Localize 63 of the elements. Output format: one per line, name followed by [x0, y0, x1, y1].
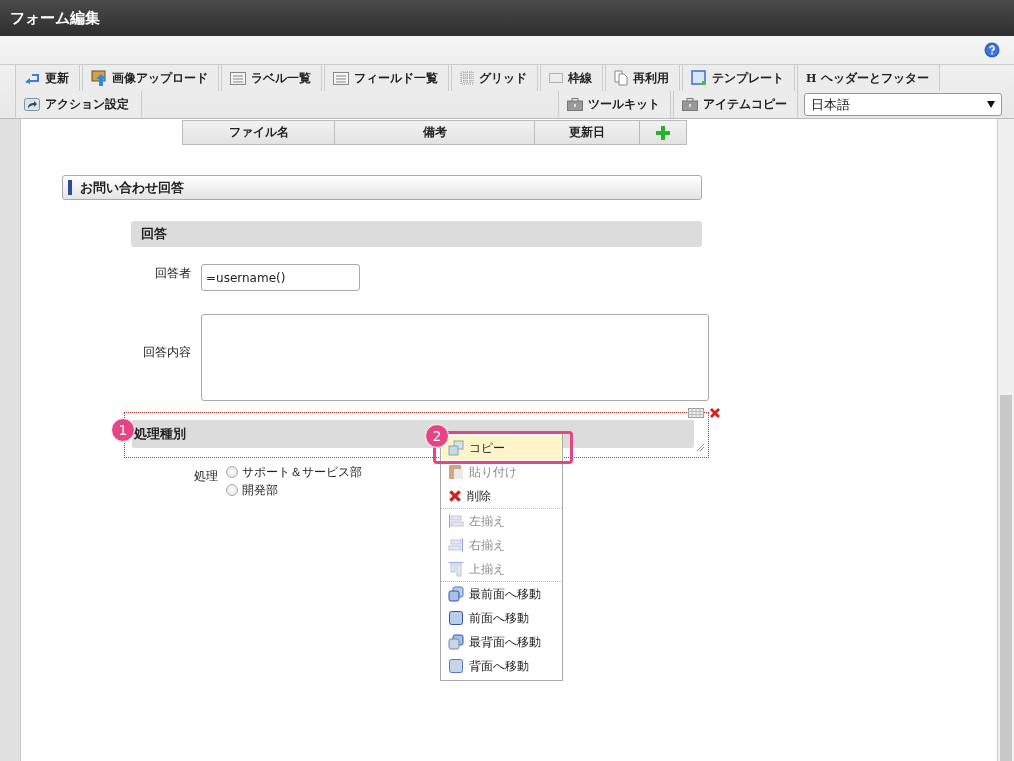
toolbar-tab[interactable]: アイテムコピー: [673, 91, 798, 118]
paste-icon: [448, 464, 464, 480]
resize-handle-icon[interactable]: [697, 444, 704, 451]
toolbar-tab[interactable]: 枠線: [540, 65, 603, 91]
window-title: フォーム編集: [10, 8, 100, 28]
section-title: お問い合わせ回答: [80, 178, 184, 197]
field-label: 回答内容: [142, 344, 191, 361]
toolbar-tab[interactable]: グリッド: [451, 65, 538, 91]
square-icon: [448, 610, 464, 626]
input-field[interactable]: =username(): [201, 264, 360, 291]
add-icon[interactable]: [656, 125, 670, 140]
align-top-icon: [448, 561, 464, 577]
align-left-icon: [448, 513, 464, 529]
template-icon: [691, 70, 707, 86]
column-header: 更新日: [535, 121, 640, 144]
toolbar-tab[interactable]: ツールキット: [558, 91, 671, 118]
callout-badge: 1: [111, 418, 135, 442]
field-label: 回答者: [154, 265, 191, 282]
scrollbar-thumb[interactable]: [1000, 395, 1012, 761]
menu-item[interactable]: 最前面へ移動: [442, 582, 561, 606]
radio-label: サポート＆サービス部: [242, 463, 362, 481]
briefcase-icon: [567, 98, 583, 111]
text-area[interactable]: [201, 314, 709, 401]
subsection-header: 回答: [131, 221, 702, 247]
caret-icon: [987, 101, 995, 108]
column-header: 備考: [335, 121, 535, 144]
radio-label: 開発部: [242, 481, 278, 499]
header-footer-icon: H: [806, 71, 817, 85]
menu-item[interactable]: 最背面へ移動: [442, 630, 561, 654]
list-icon: [230, 71, 246, 85]
stacked-squares-icon: [448, 586, 464, 602]
grid-icon: [460, 71, 474, 85]
radio-button[interactable]: [226, 466, 238, 478]
toolbar-tab[interactable]: 画像アップロード: [82, 65, 219, 91]
image-upload-icon: [91, 70, 107, 86]
align-right-icon: [448, 537, 464, 553]
toolbar-tab[interactable]: アクション設定: [15, 91, 142, 118]
grid-icon[interactable]: [688, 408, 704, 418]
field-label: 処理: [194, 468, 218, 485]
toolbar-tab[interactable]: H ヘッダーとフッター: [797, 65, 941, 91]
radio-button[interactable]: [226, 484, 238, 496]
menu-item[interactable]: 前面へ移動: [442, 606, 561, 630]
toolbar-tab[interactable]: 再利用: [605, 65, 680, 91]
dotted-frame-icon: [549, 73, 563, 83]
toolbar-tab[interactable]: ラベル一覧: [221, 65, 322, 91]
menu-item[interactable]: 削除: [442, 484, 561, 508]
documents-icon: [614, 70, 628, 86]
close-icon[interactable]: [709, 407, 721, 419]
stacked-squares-icon: [448, 634, 464, 650]
arrow-icon: [24, 71, 40, 85]
help-icon[interactable]: [984, 42, 1000, 58]
toolbar-tab[interactable]: フィールド一覧: [324, 65, 449, 91]
square-icon: [448, 658, 464, 674]
toolbar-tab[interactable]: テンプレート: [682, 65, 795, 91]
delete-icon: [448, 489, 462, 503]
copy-icon: [448, 440, 464, 456]
briefcase-icon: [682, 98, 698, 111]
menu-item[interactable]: コピー: [442, 436, 561, 460]
list-icon: [333, 71, 349, 85]
menu-item[interactable]: 背面へ移動: [442, 654, 561, 678]
column-header: ファイル名: [183, 121, 335, 144]
toolbar-tab[interactable]: 更新: [15, 65, 80, 91]
language-dropdown[interactable]: 日本語: [804, 93, 1002, 116]
